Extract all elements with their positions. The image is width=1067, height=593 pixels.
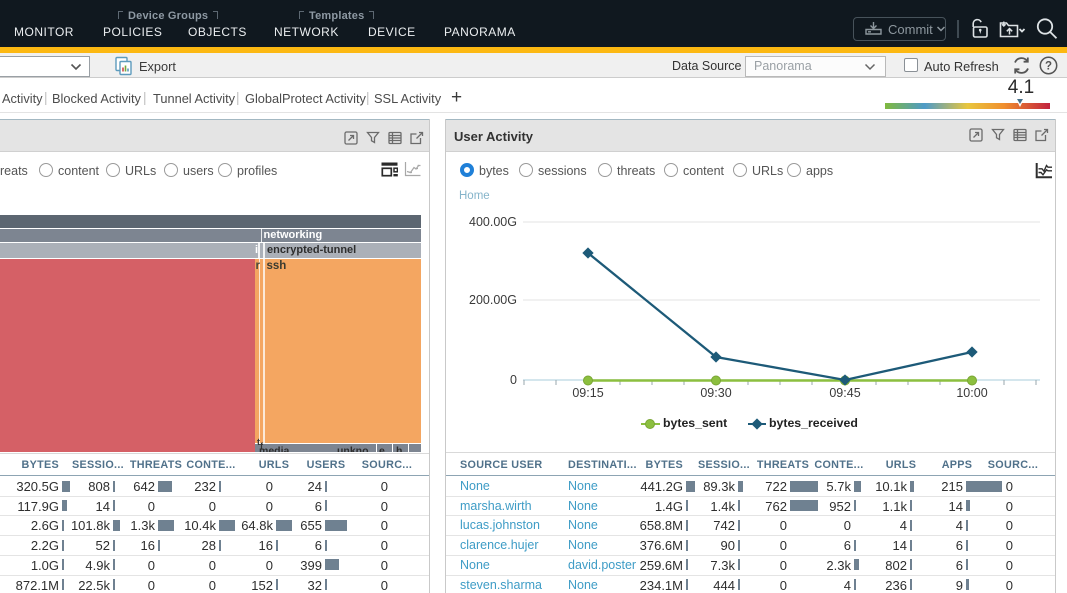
svg-text:200.00G: 200.00G (469, 293, 517, 307)
svg-text:400.00G: 400.00G (469, 215, 517, 229)
svg-text:10:00: 10:00 (956, 386, 987, 400)
svg-text:0: 0 (510, 373, 517, 387)
svg-text:09:45: 09:45 (829, 386, 860, 400)
svg-text:09:15: 09:15 (572, 386, 603, 400)
svg-text:?: ? (1045, 61, 1052, 73)
svg-text:09:30: 09:30 (700, 386, 731, 400)
